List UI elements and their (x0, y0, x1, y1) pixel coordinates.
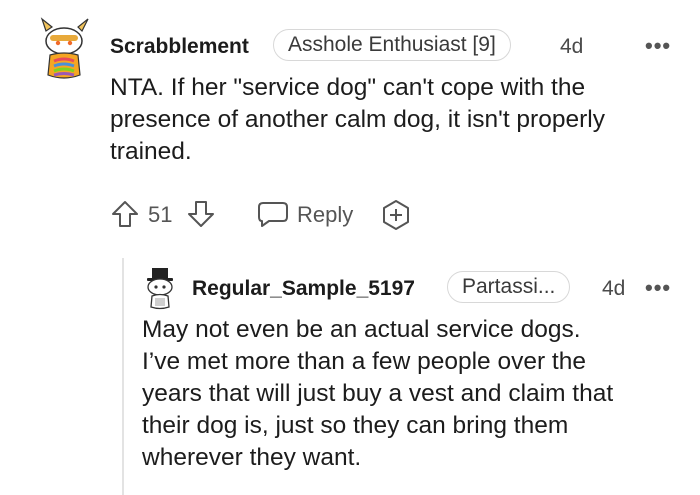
user-flair: Asshole Enthusiast [9] (273, 29, 511, 61)
reply-body-line: wherever they want. (142, 444, 362, 471)
reply-body: May not even be an actual service dogs. … (142, 314, 694, 474)
comment-username[interactable]: Scrabblement (110, 35, 249, 59)
reply-age: 4d (602, 277, 626, 300)
thread-line (122, 258, 124, 495)
reply-body-line: years that will just buy a vest and clai… (142, 380, 614, 407)
comment-age: 4d (560, 35, 584, 58)
comment-body-line: trained. (110, 138, 192, 165)
downvote-button[interactable] (186, 199, 216, 229)
speech-bubble-icon (258, 202, 288, 227)
comment-body-line: presence of another calm dog, it isn't p… (110, 106, 605, 133)
snoo-avatar-icon (147, 268, 173, 310)
arrow-up-icon (112, 201, 138, 227)
avatar[interactable] (36, 17, 94, 81)
more-options-button[interactable]: ••• (645, 33, 671, 59)
user-flair: Partassi... (447, 271, 571, 303)
reply-body-line: I’ve met more than a few people over the (142, 348, 586, 375)
comment-body-line: NTA. If her "service dog" can't cope wit… (110, 74, 586, 101)
arrow-down-icon (188, 201, 214, 227)
reply-body-line: their dog is, just so they can bring the… (142, 412, 569, 439)
award-button[interactable] (380, 199, 412, 231)
reply-label: Reply (297, 202, 354, 227)
vote-score: 51 (148, 202, 173, 227)
upvote-button[interactable] (110, 199, 140, 229)
comment-body: NTA. If her "service dog" can't cope wit… (110, 72, 690, 168)
more-options-button[interactable]: ••• (645, 275, 671, 301)
reply-username[interactable]: Regular_Sample_5197 (192, 277, 415, 301)
snoo-avatar-icon (40, 17, 89, 79)
reply-button[interactable]: Reply (257, 199, 357, 229)
avatar[interactable] (140, 266, 180, 310)
reply-body-line: May not even be an actual service dogs. (142, 316, 581, 343)
award-plus-icon (383, 200, 409, 230)
